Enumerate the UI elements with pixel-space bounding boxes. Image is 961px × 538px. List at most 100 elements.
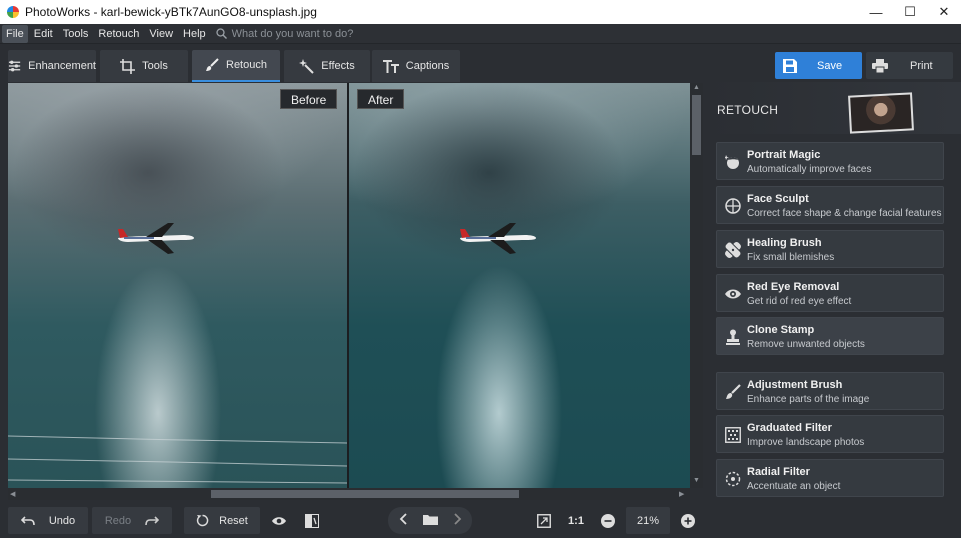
window-title: PhotoWorks - karl-bewick-yBTk7AunGO8-uns… xyxy=(25,5,317,19)
scroll-right-icon[interactable]: ▶ xyxy=(679,490,684,498)
tool-portrait-magic[interactable]: Portrait Magic Automatically improve fac… xyxy=(716,142,944,180)
zoom-out-icon xyxy=(601,513,615,528)
stamp-icon xyxy=(726,329,740,345)
tool-description: Correct face shape & change facial featu… xyxy=(747,208,942,219)
tool-title: Adjustment Brush xyxy=(747,379,843,391)
tab-captions[interactable]: Captions xyxy=(372,50,460,82)
bottom-toolbar: Undo Redo Reset 1:1 21% xyxy=(0,502,708,538)
tool-title: Healing Brush xyxy=(747,237,822,249)
tool-adjustment-brush[interactable]: Adjustment Brush Enhance parts of the im… xyxy=(716,372,944,410)
tool-face-sculpt[interactable]: Face Sculpt Correct face shape & change … xyxy=(716,186,944,224)
airplane-icon xyxy=(460,223,536,254)
vertical-scroll-thumb[interactable] xyxy=(692,95,701,155)
face-sculpt-icon xyxy=(725,198,741,214)
open-folder-icon[interactable] xyxy=(422,514,438,528)
horizontal-scroll-thumb[interactable] xyxy=(211,490,519,498)
save-button[interactable]: Save xyxy=(775,52,862,79)
tab-tools[interactable]: Tools xyxy=(100,50,188,82)
preview-button[interactable] xyxy=(264,507,294,534)
menu-tools[interactable]: Tools xyxy=(59,25,93,43)
tool-healing-brush[interactable]: Healing Brush Fix small blemishes xyxy=(716,230,944,268)
menu-file[interactable]: File xyxy=(2,24,28,43)
tool-description: Fix small blemishes xyxy=(747,252,835,263)
zoom-out-button[interactable] xyxy=(596,507,620,534)
tool-radial-filter[interactable]: Radial Filter Accentuate an object xyxy=(716,459,944,497)
previous-image-icon[interactable] xyxy=(399,513,407,528)
undo-icon xyxy=(20,515,35,525)
menu-bar: File Edit Tools Retouch View Help What d… xyxy=(0,24,961,44)
undo-label: Undo xyxy=(48,514,76,527)
window-controls: — ☐ ✕ xyxy=(859,0,961,24)
tool-description: Get rid of red eye effect xyxy=(747,296,852,307)
horizontal-scrollbar[interactable]: ◀ ▶ xyxy=(8,488,690,500)
tab-effects[interactable]: Effects xyxy=(284,50,370,82)
tool-description: Improve landscape photos xyxy=(747,437,865,448)
tool-description: Accentuate an object xyxy=(747,481,841,492)
compare-button[interactable] xyxy=(298,507,326,534)
minimize-button[interactable]: — xyxy=(859,0,893,24)
retouch-panel: RETOUCH Portrait Magic Automatically imp… xyxy=(708,82,961,538)
gradient-icon xyxy=(725,427,741,443)
menu-view[interactable]: View xyxy=(145,25,177,43)
split-view-icon xyxy=(305,513,319,528)
tool-graduated-filter[interactable]: Graduated Filter Improve landscape photo… xyxy=(716,415,944,453)
reset-icon xyxy=(196,514,209,527)
brush-icon xyxy=(206,58,219,71)
tool-title: Portrait Magic xyxy=(747,149,821,161)
zoom-in-button[interactable] xyxy=(676,507,700,534)
reset-label: Reset xyxy=(219,514,248,527)
print-button[interactable]: Print xyxy=(866,52,953,79)
portrait-thumbnail xyxy=(848,92,914,134)
sliders-icon xyxy=(8,60,21,72)
close-button[interactable]: ✕ xyxy=(927,0,961,24)
redo-label: Redo xyxy=(104,514,132,527)
reset-button[interactable]: Reset xyxy=(184,507,260,534)
maximize-button[interactable]: ☐ xyxy=(893,0,927,24)
airplane-icon xyxy=(118,223,194,254)
eye-icon xyxy=(272,516,286,525)
portrait-magic-icon xyxy=(725,155,739,169)
redo-icon xyxy=(145,515,160,525)
menu-retouch[interactable]: Retouch xyxy=(94,25,143,43)
search-box[interactable]: What do you want to do? xyxy=(216,27,354,40)
tab-label: Tools xyxy=(142,60,168,72)
after-label: After xyxy=(357,89,405,109)
image-viewer[interactable]: Before After xyxy=(8,83,690,488)
tab-retouch[interactable]: Retouch xyxy=(192,50,280,82)
scroll-down-icon[interactable]: ▼ xyxy=(693,477,700,484)
file-navigation xyxy=(388,507,472,534)
zoom-level-field[interactable]: 21% xyxy=(626,507,670,534)
vertical-scrollbar[interactable]: ▲ ▼ xyxy=(690,83,703,488)
tool-clone-stamp[interactable]: Clone Stamp Remove unwanted objects xyxy=(716,317,944,355)
tool-red-eye-removal[interactable]: Red Eye Removal Get rid of red eye effec… xyxy=(716,274,944,312)
redo-button[interactable]: Redo xyxy=(92,507,172,534)
undo-button[interactable]: Undo xyxy=(8,507,88,534)
before-image: Before xyxy=(8,83,347,488)
search-placeholder: What do you want to do? xyxy=(231,27,354,40)
tab-label: Retouch xyxy=(226,59,267,71)
tab-label: Enhancement xyxy=(28,60,96,72)
tool-title: Radial Filter xyxy=(747,466,810,478)
scroll-up-icon[interactable]: ▲ xyxy=(693,84,700,91)
before-label: Before xyxy=(280,89,338,109)
brush-icon xyxy=(726,384,741,399)
menu-edit[interactable]: Edit xyxy=(30,25,57,43)
fit-to-screen-button[interactable] xyxy=(532,507,556,534)
tool-description: Enhance parts of the image xyxy=(747,394,870,405)
title-bar: PhotoWorks - karl-bewick-yBTk7AunGO8-uns… xyxy=(0,0,961,24)
fit-screen-icon xyxy=(537,513,551,528)
tool-title: Graduated Filter xyxy=(747,422,832,434)
print-label: Print xyxy=(910,59,933,72)
tool-title: Face Sculpt xyxy=(747,193,809,205)
tab-enhancement[interactable]: Enhancement xyxy=(8,50,96,82)
actual-size-button[interactable]: 1:1 xyxy=(562,507,590,534)
app-logo-icon xyxy=(7,6,19,18)
save-label: Save xyxy=(817,59,843,72)
magic-wand-icon xyxy=(299,58,314,74)
tool-title: Red Eye Removal xyxy=(747,281,840,293)
search-icon xyxy=(216,28,227,39)
next-image-icon[interactable] xyxy=(453,513,462,528)
scroll-left-icon[interactable]: ◀ xyxy=(10,490,15,498)
menu-help[interactable]: Help xyxy=(179,25,210,43)
tab-label: Captions xyxy=(405,60,450,72)
